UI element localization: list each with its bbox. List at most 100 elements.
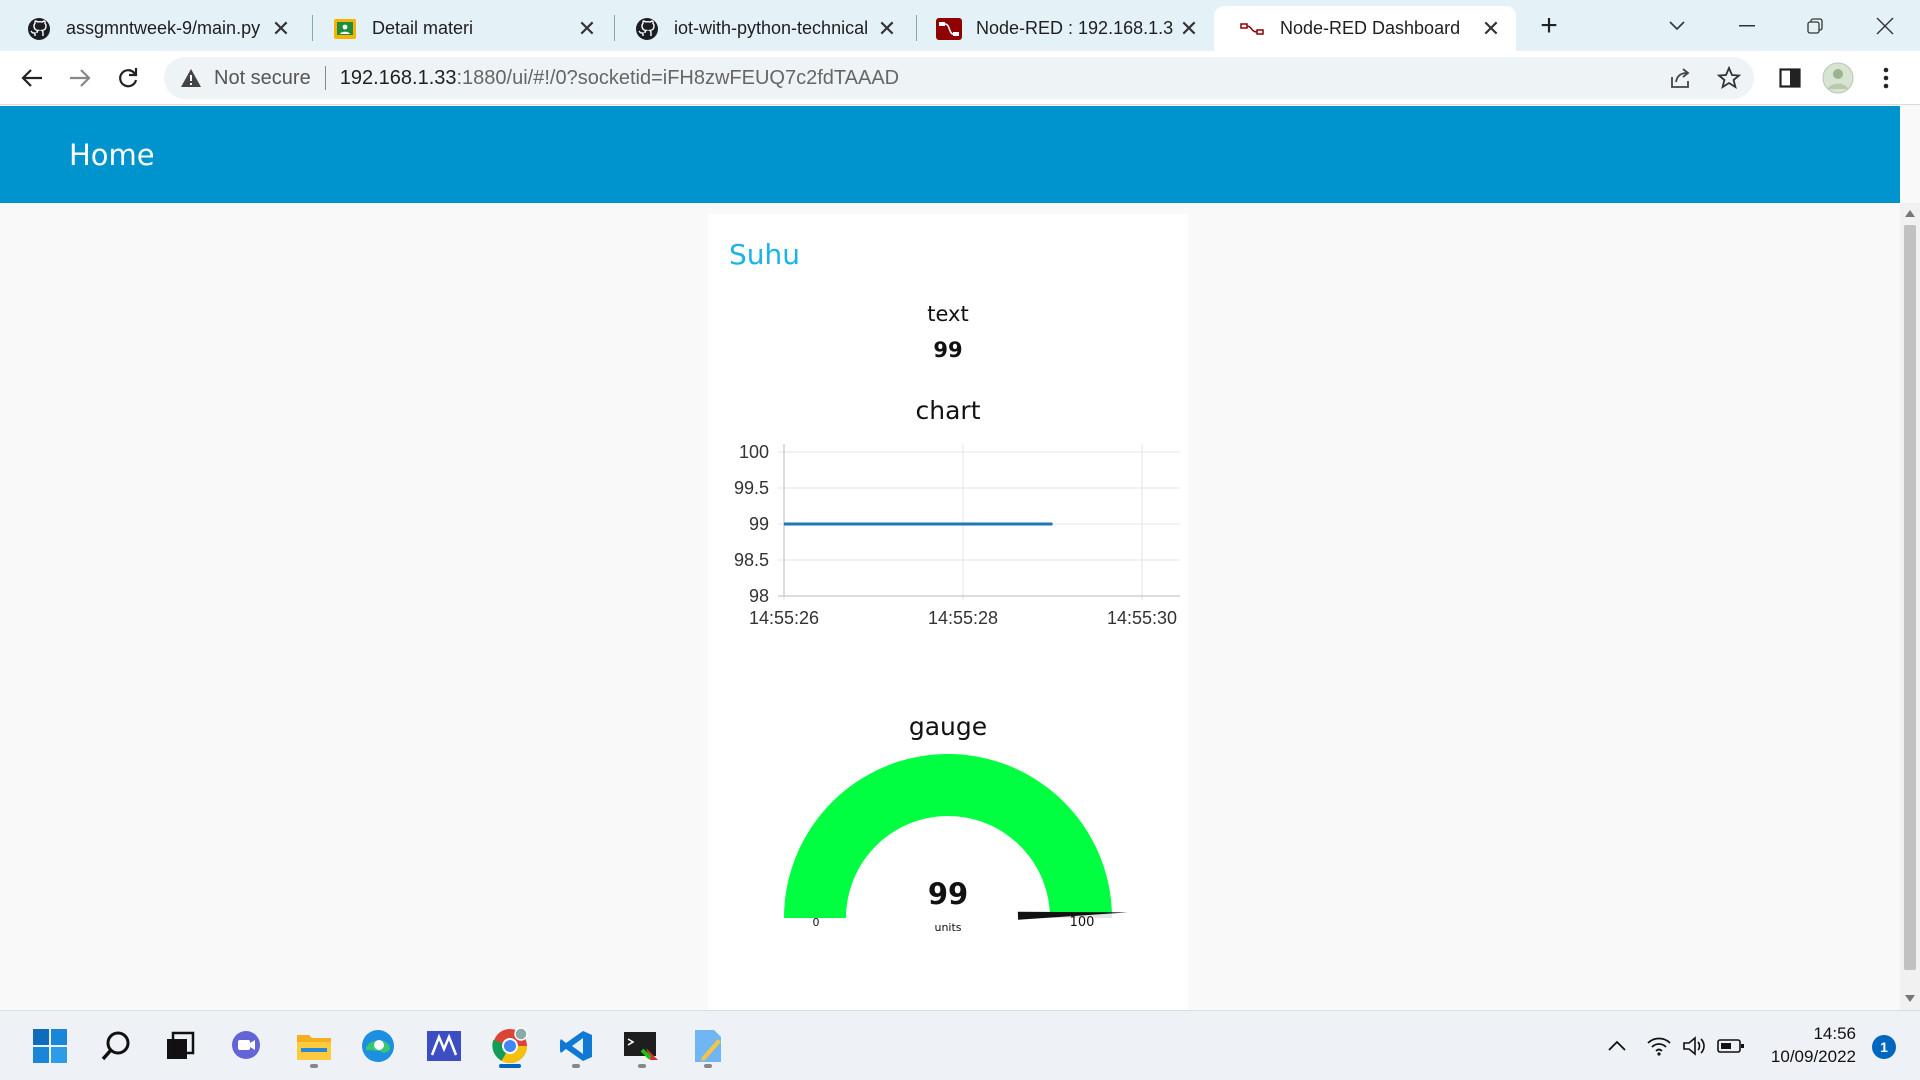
chevron-up-icon[interactable] <box>1602 1031 1632 1061</box>
avatar[interactable] <box>1820 60 1856 96</box>
close-tab-icon[interactable]: ✕ <box>266 14 296 44</box>
tab-iot-with-python[interactable]: iot-with-python-technical ✕ <box>608 6 912 51</box>
line-chart[interactable]: 98 98.5 99 99.5 100 14:55:26 14:55:28 14:55:30 <box>708 432 1188 682</box>
edge-icon[interactable] <box>354 1022 402 1070</box>
minimize-button[interactable] <box>1724 6 1770 46</box>
reload-button[interactable] <box>110 60 146 96</box>
page-title: Home <box>69 138 155 172</box>
scrollbar-thumb[interactable] <box>1904 225 1916 970</box>
tab-search-button[interactable] <box>1654 6 1700 46</box>
group-title: Suhu <box>729 238 801 271</box>
close-tab-icon[interactable]: ✕ <box>572 14 602 44</box>
volume-icon[interactable] <box>1680 1031 1710 1061</box>
active-indicator <box>499 1064 521 1068</box>
github-icon <box>634 16 660 42</box>
notification-badge[interactable]: 1 <box>1872 1035 1896 1059</box>
restore-button[interactable] <box>1792 6 1838 46</box>
x-tick-label: 14:55:30 <box>1107 608 1177 628</box>
classroom-icon <box>332 16 358 42</box>
chevron-down-icon <box>1669 21 1685 31</box>
security-label[interactable]: Not secure <box>214 67 311 90</box>
url-host: 192.168.1.33 <box>339 66 457 89</box>
url-path: :1880/ui/#!/0?socketid=iFH8zwFEUQ7c2fdTA… <box>456 66 900 89</box>
windows-taskbar: 14:56 10/09/2022 1 <box>0 1010 1920 1080</box>
arrow-right-icon <box>70 69 91 87</box>
warning-icon[interactable] <box>178 65 204 91</box>
more-menu-icon[interactable] <box>1868 60 1904 96</box>
forward-button[interactable] <box>62 60 98 96</box>
task-view-icon[interactable] <box>156 1022 204 1070</box>
arrow-left-icon <box>21 69 42 87</box>
back-button[interactable] <box>14 60 50 96</box>
side-panel-icon[interactable] <box>1772 60 1808 96</box>
gauge-min-label: 0 <box>813 916 820 929</box>
tab-title: Detail materi <box>372 18 474 38</box>
bookmark-star-icon[interactable] <box>1712 61 1746 95</box>
clock-time: 14:56 <box>1813 1024 1856 1043</box>
gauge: 99 units 0 100 <box>784 754 1128 934</box>
terminal-icon[interactable] <box>618 1022 666 1070</box>
running-indicator <box>572 1064 580 1068</box>
vscode-icon[interactable] <box>552 1022 600 1070</box>
new-tab-button[interactable]: + <box>1526 6 1572 46</box>
notepad-icon[interactable] <box>684 1022 732 1070</box>
wifi-icon[interactable] <box>1644 1031 1674 1061</box>
chart-x-axis: 14:55:26 14:55:28 14:55:30 <box>749 608 1177 628</box>
chrome-icon[interactable] <box>486 1022 534 1070</box>
running-indicator <box>310 1064 318 1068</box>
chart-grid <box>778 444 1180 600</box>
dashboard-toolbar: Home <box>0 106 1900 203</box>
gauge-units: units <box>934 921 961 934</box>
text-widget-value: 99 <box>933 338 963 362</box>
mathcad-icon[interactable] <box>420 1022 468 1070</box>
address-divider <box>324 66 326 90</box>
running-indicator <box>704 1064 712 1068</box>
page-scrollbar[interactable] <box>1900 203 1920 1010</box>
y-tick-label: 99.5 <box>734 478 769 498</box>
node-red-icon <box>936 16 962 42</box>
chart-widget-label: chart <box>915 396 981 425</box>
gauge-widget-label: gauge <box>908 712 988 741</box>
tab-title: Node-RED : 192.168.1.33 <box>976 18 1174 38</box>
browser-tab-strip: assgmntweek-9/main.py ✕ Detail materi ✕ … <box>0 0 1920 51</box>
share-icon[interactable] <box>1664 61 1698 95</box>
close-tab-icon[interactable]: ✕ <box>872 14 902 44</box>
gauge-value: 99 <box>928 877 968 911</box>
text-widget-label: text <box>927 302 969 326</box>
y-tick-label: 98.5 <box>734 550 769 570</box>
scroll-down-icon[interactable] <box>1905 995 1915 1002</box>
x-tick-label: 14:55:28 <box>928 608 998 628</box>
y-tick-label: 99 <box>749 514 769 534</box>
windows-start-icon[interactable] <box>26 1022 74 1070</box>
chart-y-axis: 98 98.5 99 99.5 100 <box>734 442 769 606</box>
browser-toolbar: Not secure 192.168.1.33:1880/ui/#!/0?soc… <box>0 51 1920 105</box>
y-tick-label: 100 <box>739 442 769 462</box>
scroll-up-icon[interactable] <box>1905 210 1915 217</box>
tab-node-red-dashboard[interactable]: Node-RED Dashboard ✕ <box>1214 6 1516 51</box>
clock-date: 10/09/2022 <box>1770 1047 1856 1066</box>
close-tab-icon[interactable]: ✕ <box>1476 14 1506 44</box>
tab-title: iot-with-python-technical <box>674 18 869 38</box>
battery-icon[interactable] <box>1716 1031 1746 1061</box>
tab-title: Node-RED Dashboard <box>1280 18 1461 38</box>
close-window-button[interactable] <box>1862 6 1908 46</box>
page-viewport: Home Suhu text 99 chart 98 98.5 99 99.5 100 … <box>0 106 1920 1010</box>
github-icon <box>26 16 52 42</box>
node-red-icon <box>1240 16 1266 42</box>
gauge-max-label: 100 <box>1070 915 1095 930</box>
tab-assgmntweek[interactable]: assgmntweek-9/main.py ✕ <box>0 6 306 51</box>
close-tab-icon[interactable]: ✕ <box>1174 14 1204 44</box>
close-icon <box>1876 17 1894 35</box>
system-clock[interactable]: 14:56 10/09/2022 <box>1771 1022 1856 1068</box>
search-icon[interactable] <box>92 1022 140 1070</box>
widget-group-card: Suhu text 99 chart 98 98.5 99 99.5 100 14:55… <box>708 214 1188 1010</box>
teams-chat-icon[interactable] <box>222 1022 270 1070</box>
tab-detail-materi[interactable]: Detail materi ✕ <box>306 6 612 51</box>
tab-title: assgmntweek-9/main.py <box>66 18 261 38</box>
address-bar[interactable]: Not secure 192.168.1.33:1880/ui/#!/0?soc… <box>164 57 1754 99</box>
minimize-icon <box>1739 25 1755 27</box>
restore-icon <box>1807 18 1823 34</box>
tab-node-red-editor[interactable]: Node-RED : 192.168.1.33 ✕ <box>910 6 1214 51</box>
reload-icon <box>119 68 138 88</box>
file-explorer-icon[interactable] <box>290 1022 338 1070</box>
